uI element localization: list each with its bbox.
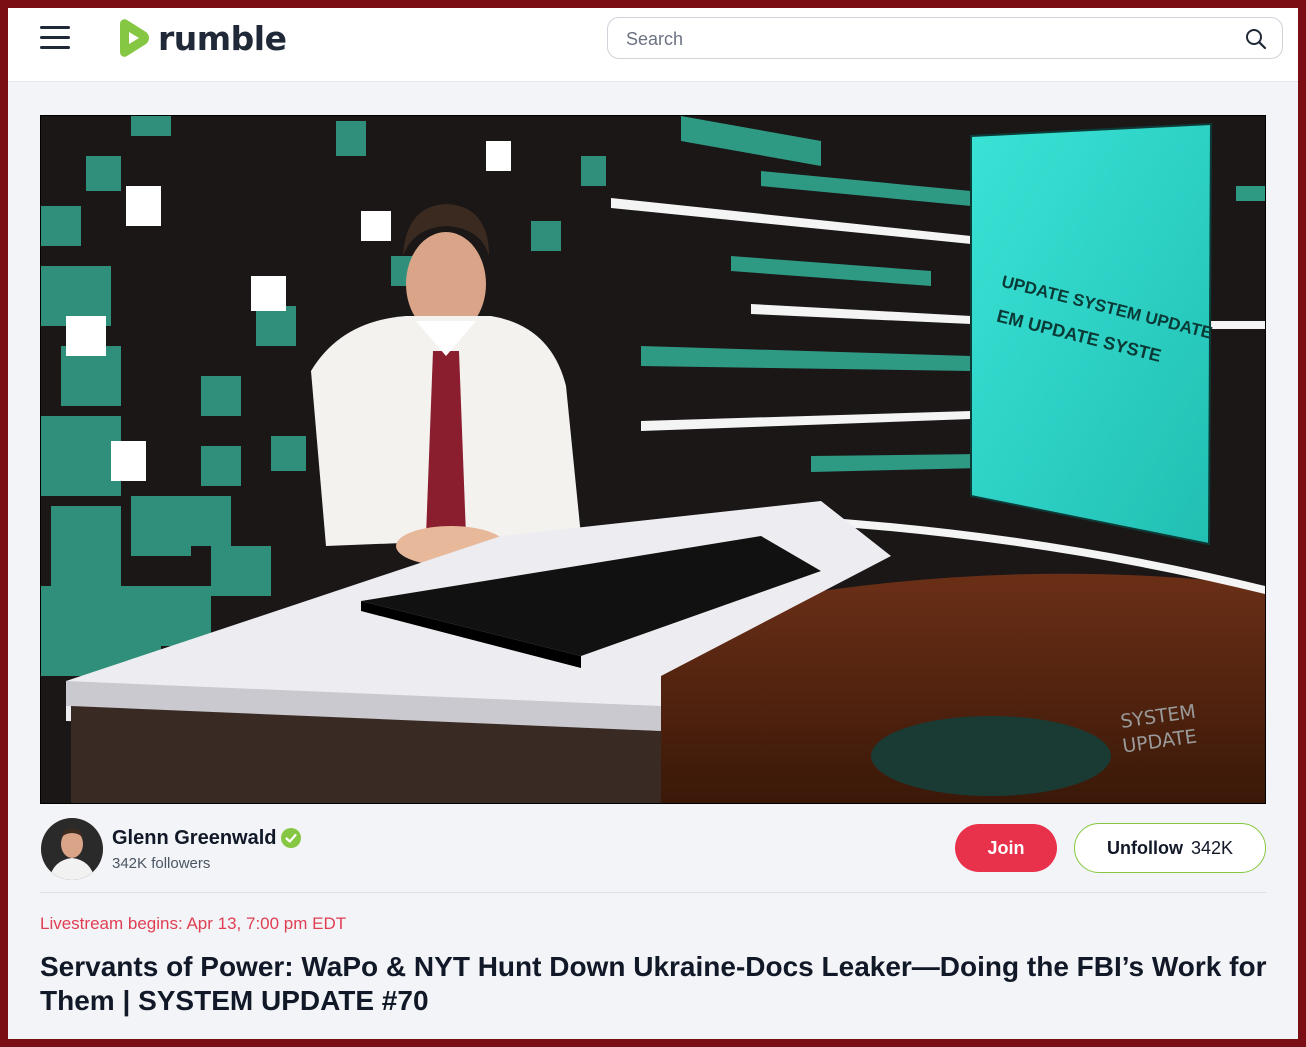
unfollow-count: 342K [1190,837,1234,858]
search-icon[interactable] [1244,27,1268,51]
unfollow-button[interactable]: Unfollow 342K [1074,823,1266,873]
page-frame: rumble Search UPDATE SYSTEM UPDATE EM UP… [8,8,1298,1039]
video-thumbnail: UPDATE SYSTEM UPDATE EM UPDATE SYSTE SYS… [41,116,1265,803]
livestream-time: Livestream begins: Apr 13, 7:00 pm EDT [40,914,347,933]
header: rumble [8,8,1298,82]
rumble-logo[interactable]: rumble [112,16,287,60]
join-button[interactable]: Join [955,824,1057,872]
followers-count: 342K followers [112,855,211,872]
unfollow-label: Unfollow [1106,837,1183,858]
channel-name[interactable]: Glenn Greenwald [112,827,276,850]
hamburger-menu-icon[interactable] [40,24,72,52]
brand-name: rumble [158,18,287,58]
verified-icon [281,828,301,848]
channel-avatar[interactable] [41,818,103,880]
video-title: Servants of Power: WaPo & NYT Hunt Down … [40,951,1267,1016]
search-input[interactable] [624,26,1228,52]
divider [40,892,1266,893]
video-player[interactable]: UPDATE SYSTEM UPDATE EM UPDATE SYSTE SYS… [40,115,1266,804]
rumble-play-icon [120,19,149,57]
search-box [607,17,1283,59]
